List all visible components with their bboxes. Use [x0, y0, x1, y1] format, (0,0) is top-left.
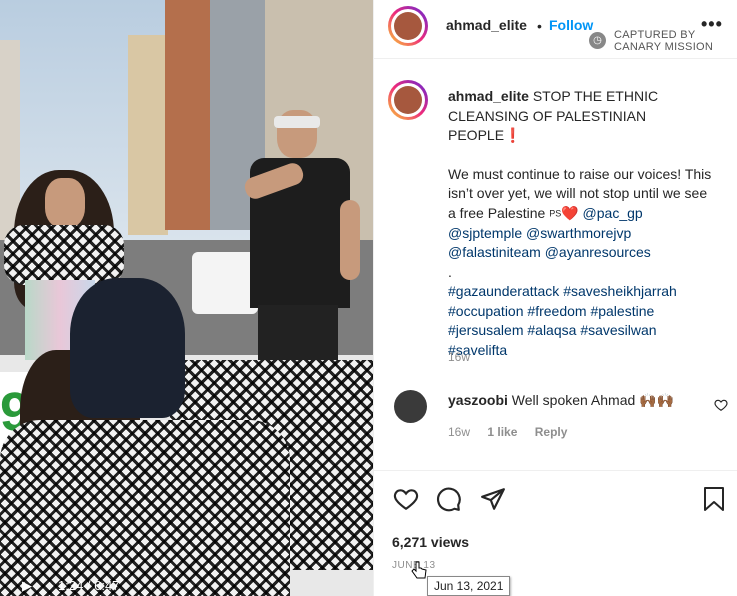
- woman-bandana: [70, 278, 185, 418]
- video-player[interactable]: 99 ▶ 1:24 / 6:47: [0, 0, 373, 596]
- author-avatar[interactable]: [388, 6, 428, 46]
- hashtag-link[interactable]: #savesheikhjarrah: [563, 283, 677, 299]
- caption-separator: .: [448, 263, 452, 280]
- post-caption: ahmad_elite STOP THE ETHNIC CLEANSING OF…: [448, 87, 718, 360]
- comment-timestamp[interactable]: 16w: [448, 425, 470, 439]
- girl-keffiyeh: [4, 225, 124, 285]
- video-van: [192, 252, 258, 314]
- comment-likes[interactable]: 1 like: [487, 425, 517, 439]
- video-time: 1:24 / 6:47: [58, 578, 120, 593]
- watermark: CAPTURED BY CANARY MISSION: [614, 29, 713, 53]
- comment-meta: 16w 1 like Reply: [448, 425, 581, 439]
- actions-divider: [374, 470, 737, 471]
- comment: yaszoobi Well spoken Ahmad 🙌🏾🙌🏾: [448, 392, 674, 409]
- hashtag-link[interactable]: #alaqsa: [527, 322, 576, 338]
- avatar-image: [394, 86, 422, 114]
- avatar-image: [394, 12, 422, 40]
- watermark-line1: CAPTURED BY: [614, 29, 696, 41]
- hashtag-link[interactable]: #occupation: [448, 303, 524, 319]
- hashtag-link[interactable]: #freedom: [527, 303, 586, 319]
- watermark-line2: CANARY MISSION: [614, 41, 714, 53]
- woman-keffiyeh: [0, 420, 290, 596]
- post-panel: ahmad_elite • Follow ••• ◷ CAPTURED BY C…: [373, 0, 737, 596]
- commenter-avatar[interactable]: [394, 390, 427, 423]
- like-heart-icon[interactable]: [392, 486, 420, 512]
- caption-body: We must continue to raise our voices! Th…: [448, 165, 718, 263]
- hand-cursor-icon: [411, 561, 427, 579]
- speaker-pants: [258, 305, 338, 360]
- speaker-arm: [340, 200, 360, 280]
- red-heart-icon: ❤️: [561, 204, 579, 221]
- hashtag-link[interactable]: #jersusalem: [448, 322, 523, 338]
- mention-link[interactable]: @ayanresources: [545, 244, 651, 260]
- hashtag-link[interactable]: #palestine: [590, 303, 654, 319]
- caption-username[interactable]: ahmad_elite: [448, 88, 529, 104]
- separator-dot: •: [537, 18, 542, 34]
- save-bookmark-icon[interactable]: [702, 486, 726, 512]
- girl-face: [45, 178, 85, 228]
- exclamation-icon: ❗: [504, 127, 522, 143]
- share-send-icon[interactable]: [480, 486, 506, 512]
- watermark-clock-icon: ◷: [589, 32, 606, 49]
- mention-link[interactable]: @falastiniteam: [448, 244, 541, 260]
- caption-ps: PS: [549, 208, 562, 219]
- mention-link[interactable]: @pac_gp: [583, 205, 643, 221]
- caption-avatar[interactable]: [388, 80, 428, 120]
- play-icon[interactable]: ▶: [22, 578, 32, 594]
- video-controls: ▶ 1:24 / 6:47: [0, 572, 373, 596]
- speaker-headband: [274, 116, 320, 128]
- mention-link[interactable]: @sjptemple: [448, 225, 522, 241]
- caption-timestamp[interactable]: 16w: [448, 350, 470, 364]
- author-username[interactable]: ahmad_elite: [446, 17, 527, 33]
- follow-button[interactable]: Follow: [549, 17, 593, 33]
- comment-text: Well spoken Ahmad 🙌🏾🙌🏾: [511, 392, 675, 408]
- view-count[interactable]: 6,271 views: [392, 534, 469, 550]
- hashtag-link[interactable]: #savesilwan: [580, 322, 656, 338]
- comment-like-heart-icon[interactable]: [714, 398, 728, 412]
- comment-bubble-icon[interactable]: [436, 486, 462, 512]
- date-tooltip: Jun 13, 2021: [427, 576, 511, 596]
- caption-headline: ahmad_elite STOP THE ETHNIC CLEANSING OF…: [448, 87, 718, 146]
- commenter-username[interactable]: yaszoobi: [448, 392, 508, 408]
- caption-body-text: We must continue to raise our voices! Th…: [448, 165, 712, 221]
- caption-hashtags: #gazaunderattack #savesheikhjarrah #occu…: [448, 282, 718, 360]
- video-building: [165, 0, 215, 230]
- hashtag-link[interactable]: #gazaunderattack: [448, 283, 559, 299]
- mention-link[interactable]: @swarthmorejvp: [526, 225, 631, 241]
- reply-button[interactable]: Reply: [535, 425, 568, 439]
- video-building: [128, 35, 168, 235]
- post-header: ahmad_elite • Follow ••• ◷ CAPTURED BY C…: [374, 0, 737, 59]
